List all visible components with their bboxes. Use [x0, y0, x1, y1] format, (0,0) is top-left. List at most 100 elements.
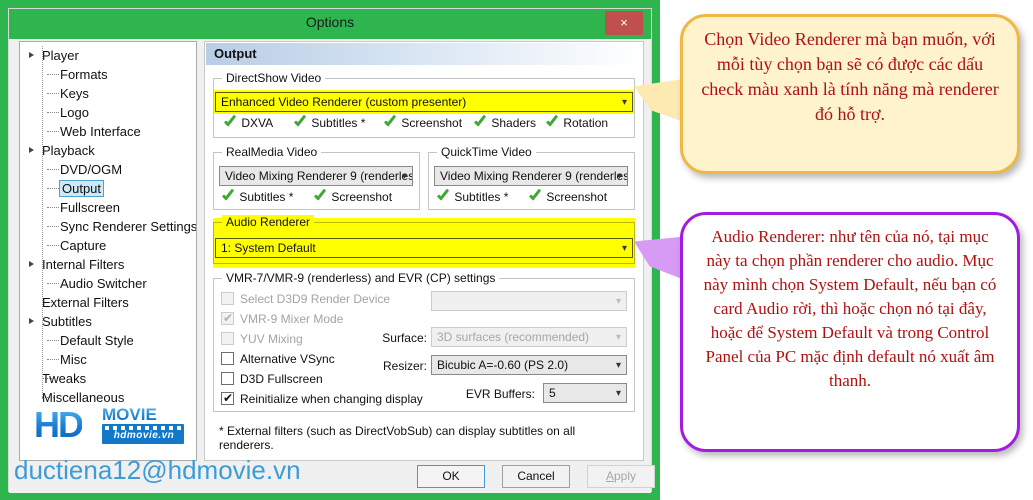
sidebar-item-default-style[interactable]: Default Style: [20, 331, 196, 350]
directshow-renderer-value: Enhanced Video Renderer (custom presente…: [221, 95, 467, 109]
directshow-feature: Screenshot: [383, 116, 462, 130]
sidebar-item-keys[interactable]: Keys: [20, 84, 196, 103]
sidebar-item-dvd-ogm[interactable]: DVD/OGM: [20, 160, 196, 179]
vmr-checkbox-label: Select D3D9 Render Device: [240, 292, 391, 306]
green-check-icon: [221, 190, 236, 203]
video-renderer-callout: Chọn Video Renderer mà bạn muốn, với mỗi…: [680, 14, 1020, 174]
logo-movie-text: MOVIE: [102, 405, 157, 424]
sidebar-item-sync-renderer-settings[interactable]: Sync Renderer Settings: [20, 217, 196, 236]
sidebar-item-label: Formats: [60, 67, 108, 82]
quicktime-feature: Screenshot: [528, 190, 607, 204]
chevron-down-icon: ▾: [621, 243, 627, 254]
realmedia-renderer-combo[interactable]: Video Mixing Renderer 9 (renderless ▾: [219, 166, 413, 186]
quicktime-feature: Subtitles *: [436, 190, 508, 204]
sidebar-item-capture[interactable]: Capture: [20, 236, 196, 255]
tree-connector: [47, 93, 59, 94]
expand-arrow-icon[interactable]: [29, 261, 34, 267]
checkbox-box: [221, 352, 234, 365]
chevron-down-icon: ▾: [615, 296, 621, 307]
sidebar-item-audio-switcher[interactable]: Audio Switcher: [20, 274, 196, 293]
audio-renderer-combo[interactable]: 1: System Default ▾: [215, 238, 633, 258]
cancel-button[interactable]: Cancel: [502, 465, 570, 488]
tree-connector: [47, 131, 59, 132]
directshow-feature-label: Screenshot: [401, 116, 463, 130]
sidebar-item-label: Playback: [42, 143, 95, 158]
checkbox-box: [221, 292, 234, 305]
sidebar-item-player[interactable]: Player: [20, 46, 196, 65]
checkbox-box: [221, 372, 234, 385]
dialog-title: Options: [305, 14, 355, 30]
tree-connector: [47, 207, 59, 208]
sidebar-item-label: Fullscreen: [60, 200, 120, 215]
quicktime-feature-label: Subtitles *: [454, 190, 509, 204]
green-check-icon: [528, 190, 543, 203]
hdmovie-logo: HD MOVIE hdmovie.vn: [34, 404, 184, 446]
resizer-combo[interactable]: Bicubic A=-0.60 (PS 2.0) ▾: [431, 355, 627, 375]
expand-arrow-icon[interactable]: [29, 318, 34, 324]
vmr-checkbox-reinitialize-when-changing-display[interactable]: ✔ Reinitialize when changing display: [221, 391, 423, 406]
expand-arrow-icon[interactable]: [29, 52, 34, 58]
evr-buffers-value: 5: [549, 386, 556, 400]
realmedia-feature-label: Screenshot: [331, 190, 393, 204]
green-check-icon: [383, 116, 398, 129]
vmr-checkbox-label: YUV Mixing: [240, 332, 303, 346]
tree-connector: [47, 359, 59, 360]
sidebar-item-misc[interactable]: Misc: [20, 350, 196, 369]
sidebar-item-label: Player: [42, 48, 79, 63]
sidebar-item-web-interface[interactable]: Web Interface: [20, 122, 196, 141]
email-watermark: ductiena12@hdmovie.vn: [14, 455, 301, 485]
tree-connector: [47, 226, 59, 227]
sidebar-item-external-filters[interactable]: External Filters: [20, 293, 196, 312]
vmr-checkbox-alternative-vsync[interactable]: Alternative VSync: [221, 352, 335, 366]
sidebar-item-label: External Filters: [42, 295, 129, 310]
sidebar-item-tweaks[interactable]: Tweaks: [20, 369, 196, 388]
sidebar-item-logo[interactable]: Logo: [20, 103, 196, 122]
logo-domain-text: hdmovie.vn: [113, 430, 175, 441]
checkbox-box: [221, 332, 234, 345]
sidebar-item-label: Misc: [60, 352, 87, 367]
vmr-checkbox-label: Reinitialize when changing display: [240, 392, 423, 406]
expand-arrow-icon[interactable]: [29, 147, 34, 153]
sidebar-item-output[interactable]: Output: [20, 179, 196, 198]
output-pane-header: Output: [206, 43, 643, 65]
green-check-icon: [436, 190, 451, 203]
chevron-down-icon: ▾: [621, 97, 627, 108]
tree-vertical-line: [42, 46, 43, 399]
tree-connector: [47, 188, 59, 189]
directshow-feature: Shaders: [473, 116, 536, 130]
sidebar-item-label: Internal Filters: [42, 257, 125, 272]
quicktime-renderer-combo[interactable]: Video Mixing Renderer 9 (renderless ▾: [434, 166, 628, 186]
checkmark-icon: ✔: [223, 391, 234, 405]
surface-label: Surface:: [382, 331, 427, 345]
chevron-down-icon: ▾: [615, 332, 621, 343]
sidebar-item-label: Output: [58, 180, 105, 197]
ok-button[interactable]: OK: [417, 465, 485, 488]
audio-renderer-caption: Audio Renderer: [222, 215, 315, 229]
vmr-settings-caption: VMR-7/VMR-9 (renderless) and EVR (CP) se…: [222, 271, 500, 285]
directshow-feature-label: Subtitles *: [311, 116, 366, 130]
sidebar-item-fullscreen[interactable]: Fullscreen: [20, 198, 196, 217]
realmedia-renderer-value: Video Mixing Renderer 9 (renderless: [225, 169, 413, 183]
vmr-checkbox-yuv-mixing: YUV Mixing: [221, 332, 303, 346]
tree-connector: [47, 283, 59, 284]
evr-buffers-combo[interactable]: 5 ▾: [543, 383, 627, 403]
sidebar-item-formats[interactable]: Formats: [20, 65, 196, 84]
vmr-checkbox-d3d-fullscreen[interactable]: D3D Fullscreen: [221, 372, 323, 386]
sidebar-item-playback[interactable]: Playback: [20, 141, 196, 160]
directshow-feature-label: Rotation: [563, 116, 609, 130]
directshow-renderer-combo[interactable]: Enhanced Video Renderer (custom presente…: [215, 92, 633, 112]
settings-tree[interactable]: Player Formats Keys Logo Web Interface Playba…: [19, 41, 197, 461]
chevron-down-icon: ▾: [616, 171, 622, 182]
green-check-icon: [223, 116, 238, 129]
sidebar-item-internal-filters[interactable]: Internal Filters: [20, 255, 196, 274]
quicktime-video-caption: QuickTime Video: [437, 145, 536, 159]
dialog-title-bar: Options ×: [9, 9, 651, 39]
vmr-checkbox-label: D3D Fullscreen: [240, 372, 323, 386]
realmedia-video-caption: RealMedia Video: [222, 145, 322, 159]
tree-connector: [47, 169, 59, 170]
tree-connector: [47, 74, 59, 75]
close-icon[interactable]: ×: [605, 11, 643, 35]
sidebar-item-subtitles[interactable]: Subtitles: [20, 312, 196, 331]
logo-hd-text: HD: [34, 404, 84, 445]
options-dialog: Options × Player Formats Keys Logo Web Inter…: [8, 8, 655, 493]
